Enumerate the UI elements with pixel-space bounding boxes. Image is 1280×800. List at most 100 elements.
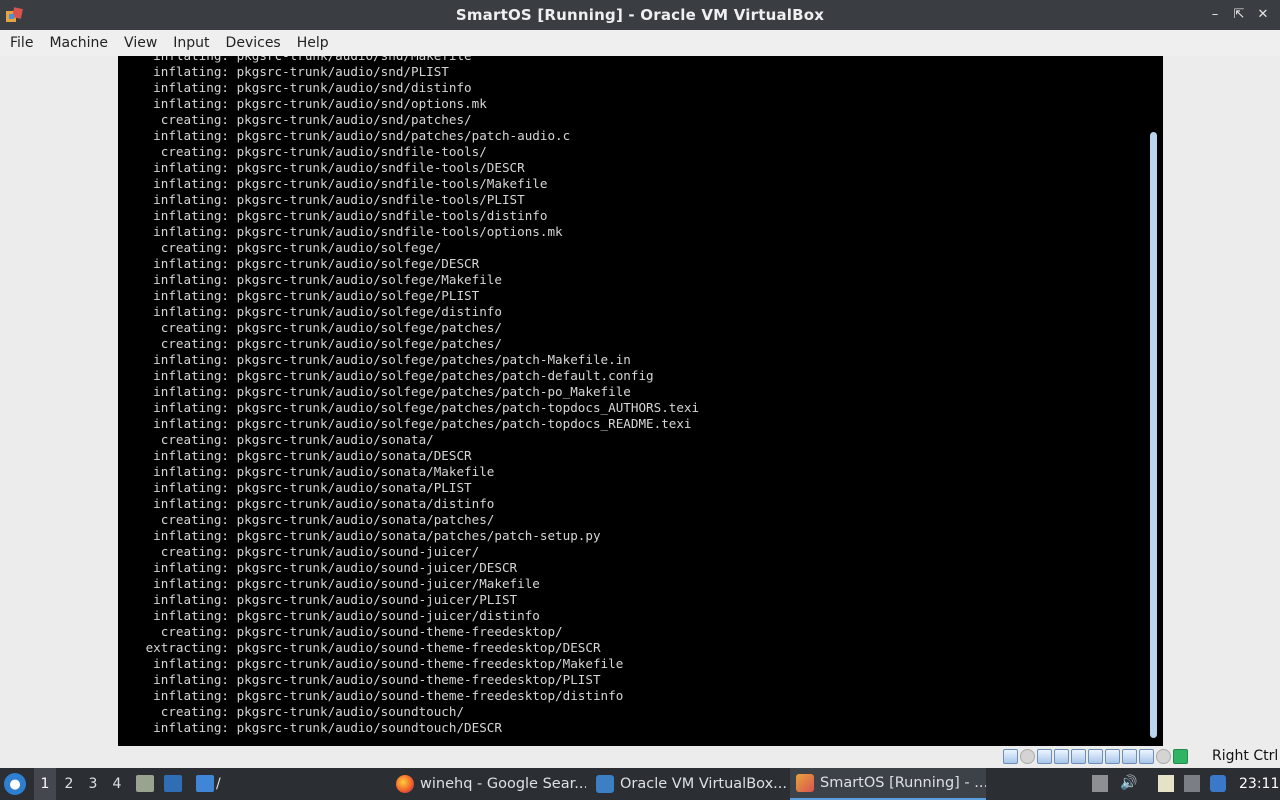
keyboard-layout-icon[interactable] <box>1184 775 1200 792</box>
shared-folders-icon[interactable] <box>1088 749 1103 764</box>
console-scrollbar[interactable] <box>1150 132 1157 738</box>
host-key-label[interactable]: Right Ctrl <box>1212 748 1278 764</box>
console-line-path: pkgsrc-trunk/audio/sound-juicer/Makefile <box>236 576 540 591</box>
console-line: inflating: pkgsrc-trunk/audio/sound-them… <box>118 656 1148 672</box>
console-line: inflating: pkgsrc-trunk/audio/soundtouch… <box>118 720 1148 736</box>
menu-machine[interactable]: Machine <box>41 32 116 54</box>
task-virtualbox-manager[interactable]: Oracle VM VirtualBox... <box>590 768 786 800</box>
console-line-action: inflating: <box>153 96 229 111</box>
menu-devices[interactable]: Devices <box>218 32 289 54</box>
console-line: inflating: pkgsrc-trunk/audio/solfege/pa… <box>118 400 1148 416</box>
keyboard-icon[interactable] <box>1173 749 1188 764</box>
console-line: inflating: pkgsrc-trunk/audio/sound-juic… <box>118 592 1148 608</box>
task-label: Oracle VM VirtualBox... <box>620 776 786 792</box>
console-line-action: inflating: <box>153 176 229 191</box>
start-menu-icon[interactable]: ● <box>4 773 26 795</box>
menu-help[interactable]: Help <box>289 32 337 54</box>
console-line-action: inflating: <box>153 528 229 543</box>
hard-disk-icon[interactable] <box>1003 749 1018 764</box>
console-line-action: creating: <box>160 336 229 351</box>
console-line-path: pkgsrc-trunk/audio/solfege/patches/patch… <box>236 352 631 367</box>
console-line-action: creating: <box>160 512 229 527</box>
mouse-integration-icon[interactable] <box>1156 749 1171 764</box>
console-line-path: pkgsrc-trunk/audio/sonata/ <box>236 432 434 447</box>
console-line-action: inflating: <box>153 64 229 79</box>
window-titlebar[interactable]: SmartOS [Running] - Oracle VM VirtualBox… <box>0 0 1280 30</box>
console-line-action: inflating: <box>153 688 229 703</box>
console-line-action: inflating: <box>153 608 229 623</box>
console-line: inflating: pkgsrc-trunk/audio/sound-them… <box>118 672 1148 688</box>
task-firefox[interactable]: winehq - Google Sear... <box>390 768 586 800</box>
maximize-icon[interactable]: ⇱ <box>1230 5 1248 23</box>
updates-icon[interactable] <box>1210 775 1226 792</box>
console-line-action: inflating: <box>153 224 229 239</box>
console-line-action: inflating: <box>153 256 229 271</box>
menu-input[interactable]: Input <box>165 32 217 54</box>
console-line-path: pkgsrc-trunk/audio/sndfile-tools/ <box>236 144 487 159</box>
workspace-2[interactable]: 2 <box>58 768 80 800</box>
console-line-path: pkgsrc-trunk/audio/sonata/DESCR <box>236 448 472 463</box>
workspace-3[interactable]: 3 <box>82 768 104 800</box>
console-line-path: pkgsrc-trunk/audio/sound-juicer/PLIST <box>236 592 518 607</box>
cpu-icon[interactable] <box>1139 749 1154 764</box>
console-line-action: creating: <box>160 432 229 447</box>
folder-icon[interactable] <box>196 775 214 792</box>
console-line: inflating: pkgsrc-trunk/audio/snd/PLIST <box>118 64 1148 80</box>
workspace-1[interactable]: 1 <box>34 768 56 800</box>
optical-drive-icon[interactable] <box>1020 749 1035 764</box>
volume-icon[interactable]: 🔊 <box>1120 775 1137 792</box>
console-line: inflating: pkgsrc-trunk/audio/snd/Makefi… <box>118 56 1148 64</box>
console-line-action: inflating: <box>153 400 229 415</box>
console-line-action: inflating: <box>153 592 229 607</box>
console-line-path: pkgsrc-trunk/audio/sound-theme-freedeskt… <box>236 624 563 639</box>
desktop-launcher-icon[interactable] <box>164 775 182 792</box>
console-line-path: pkgsrc-trunk/audio/snd/Makefile <box>237 56 472 63</box>
minimize-icon[interactable]: – <box>1206 5 1224 23</box>
console-line-action: inflating: <box>153 272 229 287</box>
network-icon[interactable] <box>1054 749 1069 764</box>
console-line-path: pkgsrc-trunk/audio/sonata/patches/patch-… <box>236 528 601 543</box>
console-line: creating: pkgsrc-trunk/audio/snd/patches… <box>118 112 1148 128</box>
console-line: creating: pkgsrc-trunk/audio/soundtouch/ <box>118 704 1148 720</box>
menu-file[interactable]: File <box>2 32 41 54</box>
console-line-action: inflating: <box>153 160 229 175</box>
tray-up-arrow-icon[interactable] <box>1092 775 1108 792</box>
console-line-path: pkgsrc-trunk/audio/snd/patches/patch-aud… <box>236 128 571 143</box>
console-line-path: pkgsrc-trunk/audio/sndfile-tools/DESCR <box>236 160 525 175</box>
console-line-path: pkgsrc-trunk/audio/solfege/patches/patch… <box>236 416 692 431</box>
console-line-action: inflating: <box>153 128 229 143</box>
vm-console[interactable]: inflating: pkgsrc-trunk/audio/snd/Makefi… <box>118 56 1163 746</box>
console-line: creating: pkgsrc-trunk/audio/sound-theme… <box>118 624 1148 640</box>
clock: 23:11 <box>1239 776 1280 792</box>
close-icon[interactable]: ✕ <box>1254 5 1272 23</box>
task-smartos-vm[interactable]: SmartOS [Running] - ... <box>790 768 986 800</box>
audio-icon[interactable] <box>1037 749 1052 764</box>
console-line-action: inflating: <box>153 672 229 687</box>
workspace-4[interactable]: 4 <box>106 768 128 800</box>
console-line-path: pkgsrc-trunk/audio/sonata/PLIST <box>236 480 472 495</box>
clipboard-icon[interactable] <box>1158 775 1174 792</box>
console-line-path: pkgsrc-trunk/audio/solfege/distinfo <box>236 304 502 319</box>
console-line-action: creating: <box>160 112 229 127</box>
console-line: creating: pkgsrc-trunk/audio/solfege/pat… <box>118 336 1148 352</box>
console-line-path: pkgsrc-trunk/audio/solfege/patches/ <box>236 336 502 351</box>
console-line-action: inflating: <box>153 496 229 511</box>
console-line: creating: pkgsrc-trunk/audio/sonata/ <box>118 432 1148 448</box>
console-line-path: pkgsrc-trunk/audio/sound-juicer/distinfo <box>236 608 540 623</box>
file-manager-launcher-icon[interactable] <box>136 775 154 792</box>
firefox-icon <box>396 775 414 793</box>
console-line-path: pkgsrc-trunk/audio/solfege/Makefile <box>236 272 502 287</box>
recording-icon[interactable] <box>1122 749 1137 764</box>
display-icon[interactable] <box>1105 749 1120 764</box>
console-line-path: pkgsrc-trunk/audio/snd/patches/ <box>236 112 472 127</box>
console-line: inflating: pkgsrc-trunk/audio/solfege/di… <box>118 304 1148 320</box>
menu-view[interactable]: View <box>116 32 165 54</box>
console-line-path: pkgsrc-trunk/audio/solfege/PLIST <box>236 288 480 303</box>
usb-icon[interactable] <box>1071 749 1086 764</box>
console-line-path: pkgsrc-trunk/audio/sonata/patches/ <box>236 512 495 527</box>
console-line: inflating: pkgsrc-trunk/audio/sound-juic… <box>118 608 1148 624</box>
console-line-path: pkgsrc-trunk/audio/solfege/ <box>236 240 442 255</box>
console-line: inflating: pkgsrc-trunk/audio/sound-juic… <box>118 576 1148 592</box>
console-line: inflating: pkgsrc-trunk/audio/sndfile-to… <box>118 208 1148 224</box>
console-line: inflating: pkgsrc-trunk/audio/sonata/Mak… <box>118 464 1148 480</box>
